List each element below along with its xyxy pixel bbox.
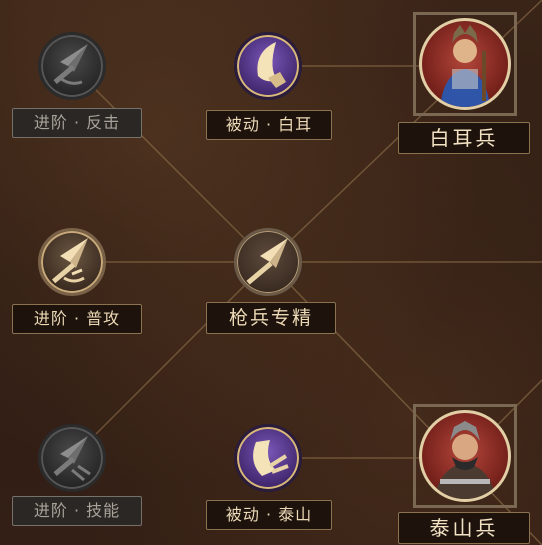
taishan-soldier-label: 泰山兵 <box>398 512 530 544</box>
shield-icon <box>253 440 289 476</box>
passive-baier-node[interactable] <box>230 28 306 104</box>
spearhead-icon <box>246 238 288 285</box>
counter-node[interactable] <box>34 28 110 104</box>
baier-soldier-portrait[interactable] <box>413 12 517 116</box>
taishan-soldier-icon <box>434 421 496 499</box>
horn-icon <box>257 42 286 88</box>
passive-baier-label: 被动 · 白耳 <box>206 110 332 140</box>
spear-mastery-label: 枪兵专精 <box>206 302 336 334</box>
normal-attack-node[interactable] <box>34 224 110 300</box>
normal-attack-label: 进阶 · 普攻 <box>12 304 142 334</box>
passive-taishan-node[interactable] <box>230 420 306 496</box>
skill-node[interactable] <box>34 420 110 496</box>
spear-icon <box>51 238 88 284</box>
skill-label: 进阶 · 技能 <box>12 496 142 526</box>
passive-taishan-label: 被动 · 泰山 <box>206 500 332 530</box>
baier-soldier-icon <box>440 25 490 107</box>
spear-icon <box>53 436 91 482</box>
taishan-soldier-portrait[interactable] <box>413 404 517 508</box>
spear-icon <box>53 44 88 85</box>
baier-soldier-label: 白耳兵 <box>398 122 530 154</box>
spear-mastery-node[interactable] <box>230 224 306 300</box>
counter-label: 进阶 · 反击 <box>12 108 142 138</box>
